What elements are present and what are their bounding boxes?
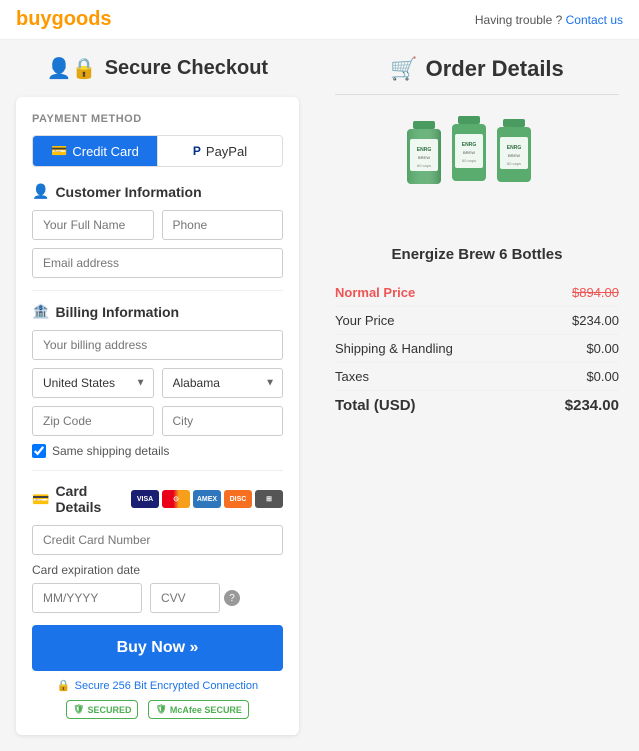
price-value: $0.00 <box>586 369 619 384</box>
contact-link[interactable]: Contact us <box>566 13 623 27</box>
payment-method-label: PAYMENT METHOD <box>32 113 283 125</box>
card-section-heading: 💳 Card Details <box>32 483 131 515</box>
price-label: Total (USD) <box>335 397 416 414</box>
discover-icon: DISC <box>224 490 252 508</box>
logo: buygoods <box>16 8 112 31</box>
state-select[interactable]: Alabama <box>162 368 284 398</box>
address-row <box>32 330 283 360</box>
amex-icon: AMEX <box>193 490 221 508</box>
price-label: Your Price <box>335 313 395 328</box>
email-input[interactable] <box>32 248 283 278</box>
svg-text:ENRG: ENRG <box>462 142 477 148</box>
price-row: Shipping & Handling $0.00 <box>335 335 619 363</box>
email-row <box>32 248 283 278</box>
card-number-input[interactable] <box>32 525 283 555</box>
secure-text: 🔒 Secure 256 Bit Encrypted Connection <box>32 679 283 692</box>
svg-text:ENRG: ENRG <box>417 147 432 153</box>
svg-text:BREW: BREW <box>418 155 430 160</box>
product-image: ENRG BREW 60 caps ENRG BREW 60 caps <box>335 111 619 234</box>
card-number-row <box>32 525 283 555</box>
price-row: Taxes $0.00 <box>335 363 619 391</box>
expiry-label: Card expiration date <box>32 563 283 577</box>
logo-text: buygoods <box>16 8 112 30</box>
right-panel: 🛒 Order Details ENRG BREW 60 caps <box>315 40 639 751</box>
same-shipping-row: Same shipping details <box>32 444 283 458</box>
price-label: Normal Price <box>335 285 415 300</box>
order-divider <box>335 94 619 95</box>
price-row: Your Price $234.00 <box>335 307 619 335</box>
card-icon: 💳 <box>32 491 49 508</box>
checkout-icon: 👤🔒 <box>47 56 97 81</box>
visa-icon: VISA <box>131 490 159 508</box>
country-state-row: United States ▼ Alabama ▼ <box>32 368 283 398</box>
product-bottles-svg: ENRG BREW 60 caps ENRG BREW 60 caps <box>377 111 577 231</box>
price-row: Total (USD) $234.00 <box>335 391 619 420</box>
price-row: Normal Price $894.00 <box>335 279 619 307</box>
buy-now-button[interactable]: Buy Now » <box>32 625 283 671</box>
svg-text:BREW: BREW <box>508 153 520 158</box>
price-value: $234.00 <box>565 397 619 414</box>
price-value: $894.00 <box>572 285 619 300</box>
expiry-cvv-row: ? <box>32 583 283 613</box>
svg-text:BREW: BREW <box>463 150 475 155</box>
left-panel: 👤🔒 Secure Checkout PAYMENT METHOD 💳 Cred… <box>0 40 315 751</box>
price-label: Shipping & Handling <box>335 341 453 356</box>
card-details-header: 💳 Card Details VISA ⊙ AMEX DISC ⊞ <box>32 483 283 515</box>
credit-card-icon: 💳 <box>51 143 67 159</box>
country-select[interactable]: United States <box>32 368 154 398</box>
cvv-input[interactable] <box>150 583 220 613</box>
payment-tabs: 💳 Credit Card P PayPal <box>32 135 283 167</box>
full-name-input[interactable] <box>32 210 154 240</box>
same-shipping-label: Same shipping details <box>52 444 169 458</box>
mcafee-badge: 🛡 McAfee SECURE <box>148 700 248 719</box>
cart-icon: 🛒 <box>390 56 417 82</box>
address-input[interactable] <box>32 330 283 360</box>
customer-info-header: 👤 Customer Information <box>32 183 283 200</box>
billing-icon: 🏦 <box>32 303 49 320</box>
svg-text:60 caps: 60 caps <box>462 158 476 163</box>
cvv-help-icon[interactable]: ? <box>224 590 240 606</box>
price-value: $0.00 <box>586 341 619 356</box>
header-right: Having trouble ? Contact us <box>475 13 623 27</box>
cvv-wrapper: ? <box>150 583 240 613</box>
mcafee-icon: 🛡 <box>155 704 166 715</box>
mastercard-icon: ⊙ <box>162 490 190 508</box>
phone-input[interactable] <box>162 210 284 240</box>
state-wrapper: Alabama ▼ <box>162 368 284 398</box>
main-layout: 👤🔒 Secure Checkout PAYMENT METHOD 💳 Cred… <box>0 40 639 751</box>
city-input[interactable] <box>162 406 284 436</box>
other-card-icon: ⊞ <box>255 490 283 508</box>
billing-info-header: 🏦 Billing Information <box>32 303 283 320</box>
lock-icon: 🔒 <box>57 679 71 692</box>
svg-text:ENRG: ENRG <box>507 145 522 151</box>
trust-badges: 🛡 SECURED 🛡 McAfee SECURE <box>32 700 283 719</box>
svg-text:60 caps: 60 caps <box>507 161 521 166</box>
trouble-text: Having trouble ? <box>475 13 562 27</box>
paypal-icon: P <box>193 144 201 158</box>
tab-paypal[interactable]: P PayPal <box>157 136 282 166</box>
checkout-title: 👤🔒 Secure Checkout <box>16 56 299 81</box>
zip-city-row <box>32 406 283 436</box>
secured-badge: 🛡 SECURED <box>66 700 138 719</box>
expiry-input[interactable] <box>32 583 142 613</box>
svg-text:60 caps: 60 caps <box>417 163 431 168</box>
checkout-form: PAYMENT METHOD 💳 Credit Card P PayPal 👤 … <box>16 97 299 735</box>
price-label: Taxes <box>335 369 369 384</box>
header: buygoods Having trouble ? Contact us <box>0 0 639 40</box>
same-shipping-checkbox[interactable] <box>32 444 46 458</box>
divider-1 <box>32 290 283 291</box>
product-name: Energize Brew 6 Bottles <box>335 246 619 263</box>
divider-2 <box>32 470 283 471</box>
country-wrapper: United States ▼ <box>32 368 154 398</box>
name-phone-row <box>32 210 283 240</box>
price-rows: Normal Price $894.00 Your Price $234.00 Ship… <box>335 279 619 420</box>
card-icons: VISA ⊙ AMEX DISC ⊞ <box>131 490 283 508</box>
tab-credit-card[interactable]: 💳 Credit Card <box>33 136 157 166</box>
person-icon: 👤 <box>32 183 49 200</box>
order-title: 🛒 Order Details <box>335 56 619 82</box>
shield-icon: 🛡 <box>73 704 84 715</box>
price-value: $234.00 <box>572 313 619 328</box>
zip-input[interactable] <box>32 406 154 436</box>
